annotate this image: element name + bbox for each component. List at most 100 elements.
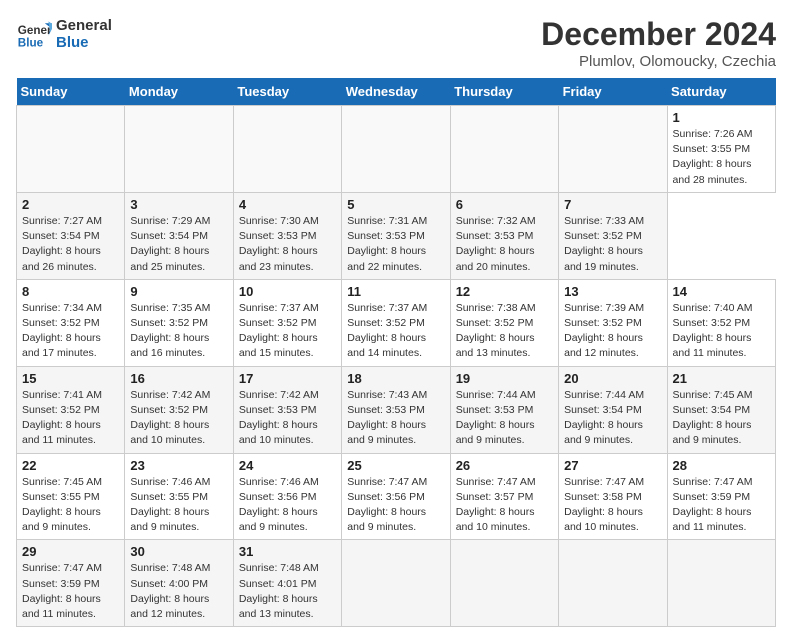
day-of-week-header: Saturday <box>667 78 775 106</box>
day-detail: Sunrise: 7:26 AMSunset: 3:55 PMDaylight:… <box>673 127 770 188</box>
calendar-header-row: SundayMondayTuesdayWednesdayThursdayFrid… <box>17 78 776 106</box>
day-number: 10 <box>239 284 336 299</box>
calendar-cell: 30 Sunrise: 7:48 AMSunset: 4:00 PMDaylig… <box>125 540 233 627</box>
day-detail: Sunrise: 7:47 AMSunset: 3:57 PMDaylight:… <box>456 475 553 536</box>
day-detail: Sunrise: 7:46 AMSunset: 3:56 PMDaylight:… <box>239 475 336 536</box>
calendar-week-row: 8 Sunrise: 7:34 AMSunset: 3:52 PMDayligh… <box>17 279 776 366</box>
day-detail: Sunrise: 7:47 AMSunset: 3:58 PMDaylight:… <box>564 475 661 536</box>
day-of-week-header: Wednesday <box>342 78 450 106</box>
calendar-cell: 5 Sunrise: 7:31 AMSunset: 3:53 PMDayligh… <box>342 192 450 279</box>
logo-icon: General Blue <box>16 16 52 52</box>
day-number: 19 <box>456 371 553 386</box>
day-detail: Sunrise: 7:42 AMSunset: 3:52 PMDaylight:… <box>130 388 227 449</box>
day-detail: Sunrise: 7:47 AMSunset: 3:56 PMDaylight:… <box>347 475 444 536</box>
svg-text:Blue: Blue <box>18 37 44 50</box>
calendar-cell: 27 Sunrise: 7:47 AMSunset: 3:58 PMDaylig… <box>559 453 667 540</box>
calendar-week-row: 29 Sunrise: 7:47 AMSunset: 3:59 PMDaylig… <box>17 540 776 627</box>
day-number: 6 <box>456 197 553 212</box>
day-detail: Sunrise: 7:44 AMSunset: 3:53 PMDaylight:… <box>456 388 553 449</box>
calendar-cell: 26 Sunrise: 7:47 AMSunset: 3:57 PMDaylig… <box>450 453 558 540</box>
day-detail: Sunrise: 7:33 AMSunset: 3:52 PMDaylight:… <box>564 214 661 275</box>
day-number: 17 <box>239 371 336 386</box>
calendar-cell: 12 Sunrise: 7:38 AMSunset: 3:52 PMDaylig… <box>450 279 558 366</box>
page-subtitle: Plumlov, Olomoucky, Czechia <box>541 53 776 70</box>
calendar-cell <box>667 540 775 627</box>
day-of-week-header: Friday <box>559 78 667 106</box>
title-area: December 2024 Plumlov, Olomoucky, Czechi… <box>541 16 776 70</box>
day-detail: Sunrise: 7:37 AMSunset: 3:52 PMDaylight:… <box>347 301 444 362</box>
day-number: 4 <box>239 197 336 212</box>
calendar-cell: 6 Sunrise: 7:32 AMSunset: 3:53 PMDayligh… <box>450 192 558 279</box>
calendar-cell: 17 Sunrise: 7:42 AMSunset: 3:53 PMDaylig… <box>233 366 341 453</box>
day-number: 11 <box>347 284 444 299</box>
day-number: 18 <box>347 371 444 386</box>
calendar-cell: 7 Sunrise: 7:33 AMSunset: 3:52 PMDayligh… <box>559 192 667 279</box>
calendar-cell: 31 Sunrise: 7:48 AMSunset: 4:01 PMDaylig… <box>233 540 341 627</box>
day-detail: Sunrise: 7:47 AMSunset: 3:59 PMDaylight:… <box>673 475 770 536</box>
logo: General Blue General Blue <box>16 16 112 52</box>
calendar-cell: 21 Sunrise: 7:45 AMSunset: 3:54 PMDaylig… <box>667 366 775 453</box>
calendar-cell: 4 Sunrise: 7:30 AMSunset: 3:53 PMDayligh… <box>233 192 341 279</box>
day-of-week-header: Thursday <box>450 78 558 106</box>
calendar-cell: 16 Sunrise: 7:42 AMSunset: 3:52 PMDaylig… <box>125 366 233 453</box>
calendar-cell <box>342 540 450 627</box>
calendar-cell: 10 Sunrise: 7:37 AMSunset: 3:52 PMDaylig… <box>233 279 341 366</box>
page-title: December 2024 <box>541 16 776 53</box>
calendar-cell: 11 Sunrise: 7:37 AMSunset: 3:52 PMDaylig… <box>342 279 450 366</box>
day-number: 12 <box>456 284 553 299</box>
day-number: 27 <box>564 458 661 473</box>
svg-text:General: General <box>18 24 52 37</box>
day-detail: Sunrise: 7:48 AMSunset: 4:00 PMDaylight:… <box>130 561 227 622</box>
day-of-week-header: Tuesday <box>233 78 341 106</box>
day-detail: Sunrise: 7:45 AMSunset: 3:55 PMDaylight:… <box>22 475 119 536</box>
day-of-week-header: Sunday <box>17 78 125 106</box>
calendar-cell: 20 Sunrise: 7:44 AMSunset: 3:54 PMDaylig… <box>559 366 667 453</box>
day-detail: Sunrise: 7:40 AMSunset: 3:52 PMDaylight:… <box>673 301 770 362</box>
day-number: 23 <box>130 458 227 473</box>
calendar-cell <box>559 106 667 193</box>
day-number: 16 <box>130 371 227 386</box>
calendar-cell <box>450 540 558 627</box>
calendar-cell: 28 Sunrise: 7:47 AMSunset: 3:59 PMDaylig… <box>667 453 775 540</box>
day-number: 3 <box>130 197 227 212</box>
day-detail: Sunrise: 7:37 AMSunset: 3:52 PMDaylight:… <box>239 301 336 362</box>
day-number: 5 <box>347 197 444 212</box>
day-detail: Sunrise: 7:32 AMSunset: 3:53 PMDaylight:… <box>456 214 553 275</box>
logo-text-blue: Blue <box>56 34 112 51</box>
day-detail: Sunrise: 7:45 AMSunset: 3:54 PMDaylight:… <box>673 388 770 449</box>
day-number: 28 <box>673 458 770 473</box>
calendar-cell: 2 Sunrise: 7:27 AMSunset: 3:54 PMDayligh… <box>17 192 125 279</box>
calendar-cell: 1 Sunrise: 7:26 AMSunset: 3:55 PMDayligh… <box>667 106 775 193</box>
calendar-cell <box>450 106 558 193</box>
day-detail: Sunrise: 7:31 AMSunset: 3:53 PMDaylight:… <box>347 214 444 275</box>
day-number: 24 <box>239 458 336 473</box>
calendar-cell <box>559 540 667 627</box>
calendar-week-row: 15 Sunrise: 7:41 AMSunset: 3:52 PMDaylig… <box>17 366 776 453</box>
day-number: 9 <box>130 284 227 299</box>
day-number: 30 <box>130 544 227 559</box>
calendar-cell <box>17 106 125 193</box>
day-number: 2 <box>22 197 119 212</box>
day-number: 25 <box>347 458 444 473</box>
day-detail: Sunrise: 7:35 AMSunset: 3:52 PMDaylight:… <box>130 301 227 362</box>
calendar-cell: 23 Sunrise: 7:46 AMSunset: 3:55 PMDaylig… <box>125 453 233 540</box>
calendar-cell <box>342 106 450 193</box>
calendar-cell: 25 Sunrise: 7:47 AMSunset: 3:56 PMDaylig… <box>342 453 450 540</box>
logo-text-general: General <box>56 17 112 34</box>
calendar-cell: 22 Sunrise: 7:45 AMSunset: 3:55 PMDaylig… <box>17 453 125 540</box>
day-detail: Sunrise: 7:39 AMSunset: 3:52 PMDaylight:… <box>564 301 661 362</box>
calendar-week-row: 22 Sunrise: 7:45 AMSunset: 3:55 PMDaylig… <box>17 453 776 540</box>
day-detail: Sunrise: 7:38 AMSunset: 3:52 PMDaylight:… <box>456 301 553 362</box>
calendar-cell: 19 Sunrise: 7:44 AMSunset: 3:53 PMDaylig… <box>450 366 558 453</box>
calendar-cell: 29 Sunrise: 7:47 AMSunset: 3:59 PMDaylig… <box>17 540 125 627</box>
day-number: 14 <box>673 284 770 299</box>
day-detail: Sunrise: 7:42 AMSunset: 3:53 PMDaylight:… <box>239 388 336 449</box>
day-number: 31 <box>239 544 336 559</box>
day-number: 1 <box>673 110 770 125</box>
day-detail: Sunrise: 7:47 AMSunset: 3:59 PMDaylight:… <box>22 561 119 622</box>
calendar-week-row: 1 Sunrise: 7:26 AMSunset: 3:55 PMDayligh… <box>17 106 776 193</box>
day-number: 20 <box>564 371 661 386</box>
day-number: 15 <box>22 371 119 386</box>
day-number: 8 <box>22 284 119 299</box>
day-detail: Sunrise: 7:43 AMSunset: 3:53 PMDaylight:… <box>347 388 444 449</box>
